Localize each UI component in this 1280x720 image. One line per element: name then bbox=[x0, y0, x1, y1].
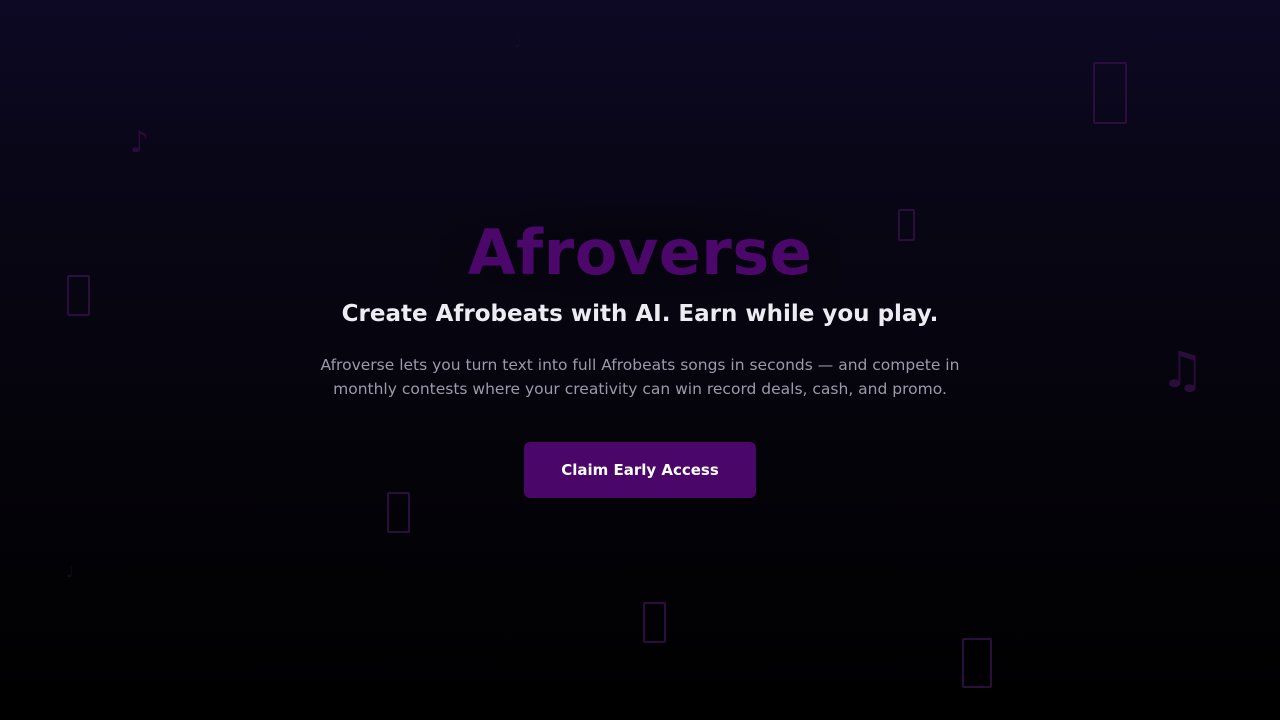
hero-tagline: Create Afrobeats with AI. Earn while you… bbox=[341, 301, 939, 327]
hero-section: Afroverse Create Afrobeats with AI. Earn… bbox=[0, 0, 1280, 720]
hero-description: Afroverse lets you turn text into full A… bbox=[320, 356, 960, 398]
brand-title: Afroverse bbox=[467, 216, 813, 289]
claim-early-access-button[interactable]: Claim Early Access bbox=[524, 442, 756, 498]
